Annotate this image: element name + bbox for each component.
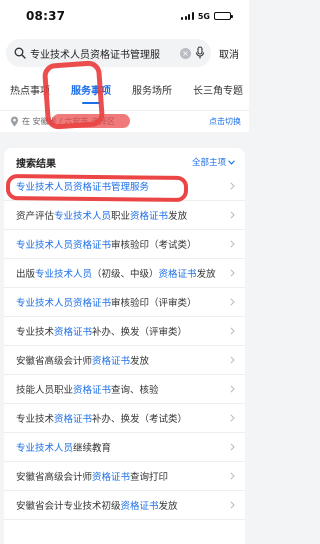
result-item[interactable]: 安徽省高级会计师资格证书发放 [4,346,245,375]
result-item-label: 专业技术人员资格证书审核验印（考试类） [16,240,197,251]
result-item-label: 技能人员职业资格证书查询、核验 [16,385,159,396]
result-item[interactable]: 专业技术人员资格证书管理服务 [4,172,245,201]
result-item-label: 安徽省会计专业技术初级资格证书发放 [16,501,178,512]
status-bar: 08:37 5G [0,0,249,32]
results-title: 搜索结果 [16,158,56,170]
result-item[interactable]: 安徽省会计专业技术初级资格证书发放 [4,491,245,520]
results-header: 搜索结果 全部主项 [4,148,245,172]
tab-yangtze-delta[interactable]: 长三角专题 [193,74,243,110]
result-item[interactable]: 专业技术资格证书补办、换发（评审类） [4,317,245,346]
tab-service-items[interactable]: 服务事项 [71,74,111,110]
result-item-label: 专业技术人员资格证书审核验印（评审类） [16,298,197,309]
clear-icon[interactable]: × [180,47,191,59]
battery-icon [214,12,233,20]
result-item[interactable]: 专业技术人员资格证书审核验印（考试类） [4,230,245,259]
chevron-right-icon [230,327,235,335]
all-items-filter[interactable]: 全部主项 [192,156,235,168]
all-items-label: 全部主项 [191,158,226,168]
signal-icon [181,12,194,20]
chevron-right-icon [230,211,235,219]
search-input[interactable] [30,47,176,59]
network-label: 5G [197,11,210,21]
status-time: 08:37 [26,9,66,23]
microphone-icon[interactable] [195,46,205,60]
page: 08:37 5G × 取消 热点事项 [0,0,249,544]
result-item-label: 专业技术资格证书补办、换发（考试类） [16,414,188,425]
chevron-down-icon [228,159,235,165]
result-item-label: 资产评估专业技术人员职业资格证书发放 [16,211,188,222]
search-bar: × 取消 [0,32,249,74]
result-item-label: 专业技术人员继续教育 [16,443,112,454]
results-list: 专业技术人员资格证书管理服务资产评估专业技术人员职业资格证书发放 专业技术人员资格… [4,172,245,520]
location-switch-link[interactable]: 点击切换 [209,116,241,127]
chevron-right-icon [230,182,235,190]
result-item-label: 安徽省高级会计师资格证书查询打印 [16,472,169,483]
chevron-right-icon [230,414,235,422]
chevron-right-icon [230,472,235,480]
chevron-right-icon [230,501,235,509]
category-tabs: 热点事项 服务事项 服务场所 长三角专题 [0,74,249,110]
result-item[interactable]: 专业技术人员资格证书审核验印（评审类） [4,288,245,317]
chevron-right-icon [230,269,235,277]
result-item[interactable]: 专业技术资格证书补办、换发（考试类） [4,404,245,433]
result-item-label: 安徽省高级会计师资格证书发放 [16,356,150,367]
cancel-button[interactable]: 取消 [211,46,243,61]
status-indicators: 5G [181,11,233,21]
chevron-right-icon [230,443,235,451]
tab-hot-items[interactable]: 热点事项 [10,74,50,110]
result-item[interactable]: 安徽省高级会计师资格证书查询打印 [4,462,245,491]
location-text: 在 安徽省 / 六安市 选择区 [22,117,115,126]
tab-service-venues[interactable]: 服务场所 [132,74,172,110]
result-item-label: 专业技术人员资格证书管理服务 [16,182,150,193]
result-item[interactable]: 专业技术人员继续教育 [4,433,245,462]
result-item[interactable]: 技能人员职业资格证书查询、核验 [4,375,245,404]
location-pin-icon [10,116,19,127]
result-item-label: 出版专业技术人员（初级、中级）资格证书发放 [16,269,216,280]
result-item[interactable]: 出版专业技术人员（初级、中级）资格证书发放 [4,259,245,288]
chevron-right-icon [230,240,235,248]
chevron-right-icon [230,385,235,393]
chevron-right-icon [230,298,235,306]
location-row: 在 安徽省 / 六安市 选择区 点击切换 [0,110,249,132]
result-item-label: 专业技术资格证书补办、换发（评审类） [16,327,188,338]
search-icon [14,47,26,59]
search-box[interactable]: × [6,39,211,67]
chevron-right-icon [230,356,235,364]
results-panel: 搜索结果 全部主项 专业技术人员资格证书管理服务资产评估专业技术人员职业资格证书… [4,148,245,544]
result-item[interactable]: 资产评估专业技术人员职业资格证书发放 [4,201,245,230]
